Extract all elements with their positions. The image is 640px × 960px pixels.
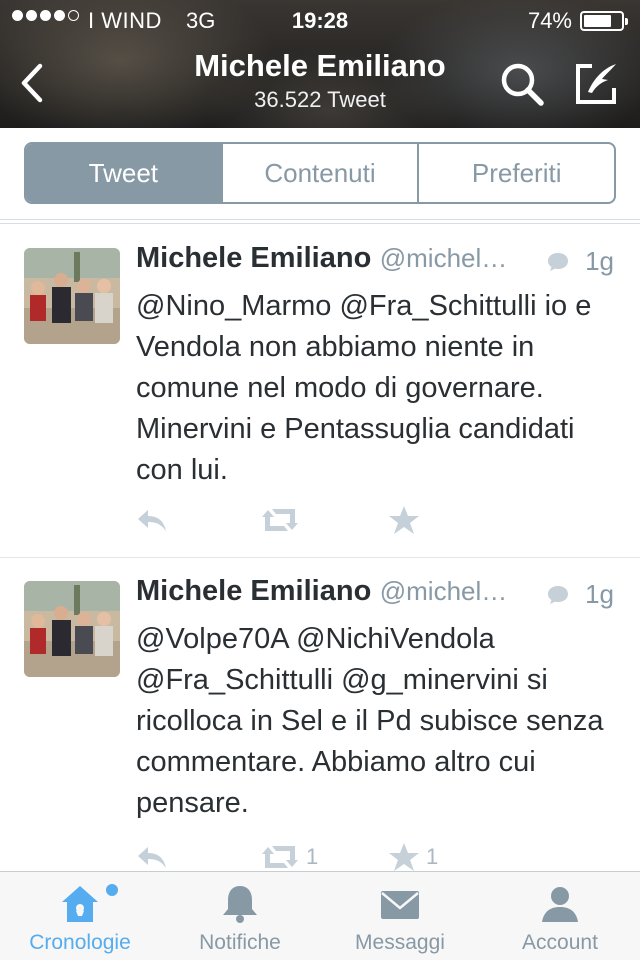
person-icon <box>542 887 578 922</box>
tab-bar: Cronologie Notifiche Messaggi Account <box>0 871 640 960</box>
tab-label: Account <box>522 931 598 954</box>
battery-icon <box>580 11 628 31</box>
envelope-icon <box>381 891 419 919</box>
tab-notifiche[interactable]: Notifiche <box>160 872 320 960</box>
tweet-actions <box>136 502 616 542</box>
tweet-item[interactable]: Michele Emiliano @michel… 1g @Nino_Marmo… <box>0 226 640 558</box>
reply-icon <box>138 510 166 531</box>
tab-account[interactable]: Account <box>480 872 640 960</box>
tab-contenuti[interactable]: Contenuti <box>223 144 420 202</box>
tweet-text: @Nino_Marmo @Fra_Schittulli io e Vendola… <box>136 290 592 486</box>
home-icon <box>62 886 98 922</box>
retweet-icon <box>262 846 298 868</box>
star-icon <box>389 843 419 871</box>
retweet-button[interactable] <box>260 502 306 538</box>
battery-percent: 74% <box>527 8 572 33</box>
author-handle: @michel… <box>379 243 508 273</box>
compose-icon <box>576 64 616 104</box>
search-button[interactable] <box>498 60 546 108</box>
new-items-indicator <box>106 884 118 896</box>
tweet-time: 1g <box>585 246 614 276</box>
favorite-button[interactable]: 1 <box>388 839 438 875</box>
avatar[interactable] <box>24 581 120 677</box>
retweet-button[interactable]: 1 <box>260 839 318 875</box>
retweet-count: 1 <box>306 844 319 869</box>
tweet-item[interactable]: Michele Emiliano @michel… 1g @Volpe70A @… <box>0 559 640 871</box>
reply-button[interactable] <box>136 839 168 875</box>
segment-area: Tweet Contenuti Preferiti <box>0 128 640 224</box>
author-handle: @michel… <box>379 576 508 606</box>
author-name[interactable]: Michele Emiliano <box>136 242 371 274</box>
retweet-icon <box>262 509 298 531</box>
tab-cronologie[interactable]: Cronologie <box>0 872 160 960</box>
reply-icon <box>138 847 166 868</box>
compose-button[interactable] <box>572 60 620 108</box>
tab-preferiti[interactable]: Preferiti <box>419 144 614 202</box>
favorite-button[interactable] <box>388 502 426 538</box>
conversation-bubble-icon <box>548 586 568 604</box>
tab-label: Notifiche <box>199 931 281 954</box>
conversation-bubble-icon <box>548 253 568 271</box>
author-name[interactable]: Michele Emiliano <box>136 575 371 607</box>
favorite-count: 1 <box>426 844 439 869</box>
profile-header: I WIND 3G 19:28 74% Michele Emiliano 36.… <box>0 0 640 128</box>
tweet-time: 1g <box>585 579 614 609</box>
tab-messaggi[interactable]: Messaggi <box>320 872 480 960</box>
tab-tweet[interactable]: Tweet <box>26 144 223 202</box>
profile-tabs: Tweet Contenuti Preferiti <box>24 142 616 204</box>
search-icon <box>501 63 544 106</box>
status-bar: I WIND 3G 19:28 74% <box>0 0 640 40</box>
avatar[interactable] <box>24 248 120 344</box>
star-icon <box>389 506 419 534</box>
tab-label: Cronologie <box>29 931 131 954</box>
tab-label: Messaggi <box>355 931 445 954</box>
tweet-header: Michele Emiliano @michel… 1g <box>136 242 620 282</box>
bell-icon <box>223 886 257 923</box>
tweet-text: @Volpe70A @NichiVendola @Fra_Schittulli … <box>136 623 604 819</box>
tweet-header: Michele Emiliano @michel… 1g <box>136 575 620 615</box>
reply-button[interactable] <box>136 502 168 538</box>
